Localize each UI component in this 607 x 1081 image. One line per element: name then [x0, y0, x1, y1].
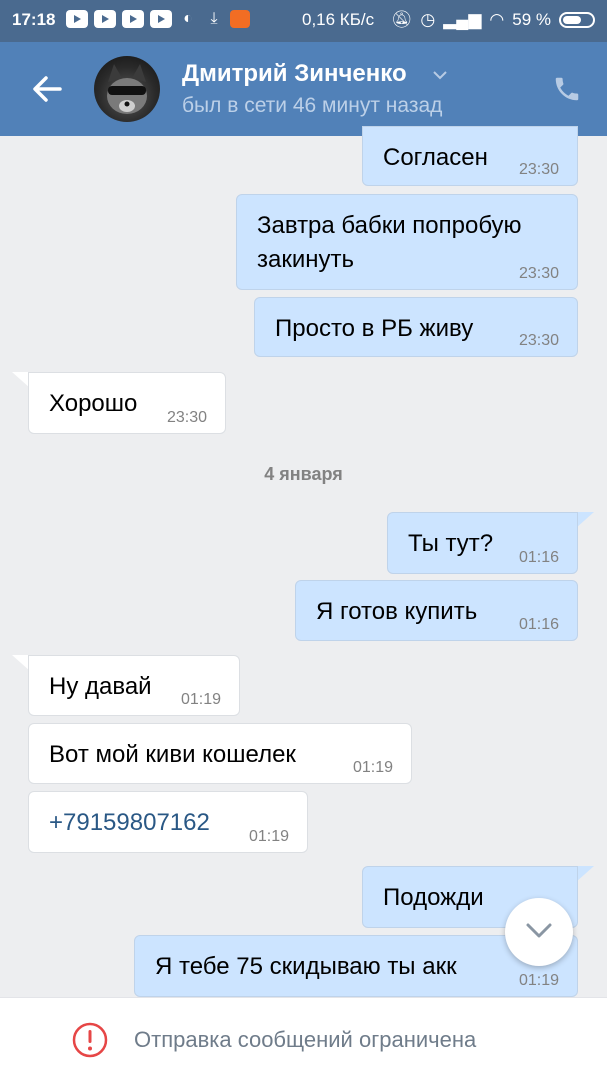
messaging-restricted-bar: Отправка сообщений ограничена [0, 997, 607, 1081]
message-bubble[interactable]: +79159807162 01:19 [28, 791, 308, 853]
youtube-icon [122, 10, 144, 28]
alarm-icon: ◷ [420, 10, 436, 29]
download-icon: ⤓ [210, 10, 218, 27]
bubble-tail [576, 866, 594, 882]
message-bubble[interactable]: Просто в РБ живу 23:30 [254, 297, 578, 357]
message-bubble[interactable]: Хорошо 23:30 [28, 372, 226, 434]
scroll-down-button[interactable] [505, 898, 573, 966]
message-time: 23:30 [518, 265, 559, 282]
youtube-icon [66, 10, 88, 28]
battery-icon [559, 12, 595, 28]
youtube-icon [94, 10, 116, 28]
warning-icon [72, 1022, 108, 1058]
last-seen-status: был в сети 46 минут назад [182, 94, 443, 117]
message-time: 23:30 [166, 409, 207, 426]
battery-percent: 59 % [512, 10, 551, 29]
status-bar: 17:18 ◐ ⤓ 0,16 КБ/с 🔕︎ ◷ ▂▄▆ ◠ 59 % [0, 0, 607, 42]
back-arrow-icon[interactable] [30, 72, 64, 106]
clock: 17:18 [12, 10, 56, 29]
mute-icon: 🔕︎ [390, 10, 413, 29]
wifi-icon: ◠ [489, 10, 505, 29]
message-bubble[interactable]: Ну давай 01:19 [28, 655, 240, 716]
avatar[interactable] [94, 56, 160, 122]
contact-name[interactable]: Дмитрий Зинченко [182, 60, 407, 88]
chevron-down-icon[interactable] [432, 70, 448, 80]
youtube-icon [150, 10, 172, 28]
message-bubble[interactable]: Завтра бабки попробую закинуть 23:30 [236, 194, 578, 290]
message-bubble[interactable]: Вот мой киви кошелек 01:19 [28, 723, 412, 784]
message-bubble[interactable]: Согласен 23:30 [362, 126, 578, 186]
chevron-down-icon [526, 923, 552, 938]
message-bubble[interactable]: Ты тут? 01:16 [387, 512, 578, 574]
signal-icon: ▂▄▆ [443, 10, 482, 29]
message-time: 01:19 [352, 759, 393, 776]
message-time: 01:19 [518, 972, 559, 989]
date-separator: 4 января [264, 464, 343, 484]
app-notification-icon [230, 10, 250, 28]
phone-icon[interactable] [552, 74, 582, 104]
network-speed: 0,16 КБ/с [302, 10, 375, 29]
chat-header: Дмитрий Зинченко был в сети 46 минут наз… [0, 42, 607, 136]
bubble-tail [576, 512, 594, 528]
message-time: 01:16 [518, 549, 559, 566]
game-icon: ◐ [183, 10, 193, 27]
message-time: 01:19 [180, 691, 221, 708]
message-time: 23:30 [518, 161, 559, 178]
message-time: 01:19 [248, 828, 289, 845]
restriction-label: Отправка сообщений ограничена [134, 1027, 477, 1052]
notification-icons: ◐ ⤓ [66, 10, 250, 28]
message-time: 01:16 [518, 616, 559, 633]
message-time: 23:30 [518, 332, 559, 349]
message-bubble[interactable]: Я готов купить 01:16 [295, 580, 578, 641]
